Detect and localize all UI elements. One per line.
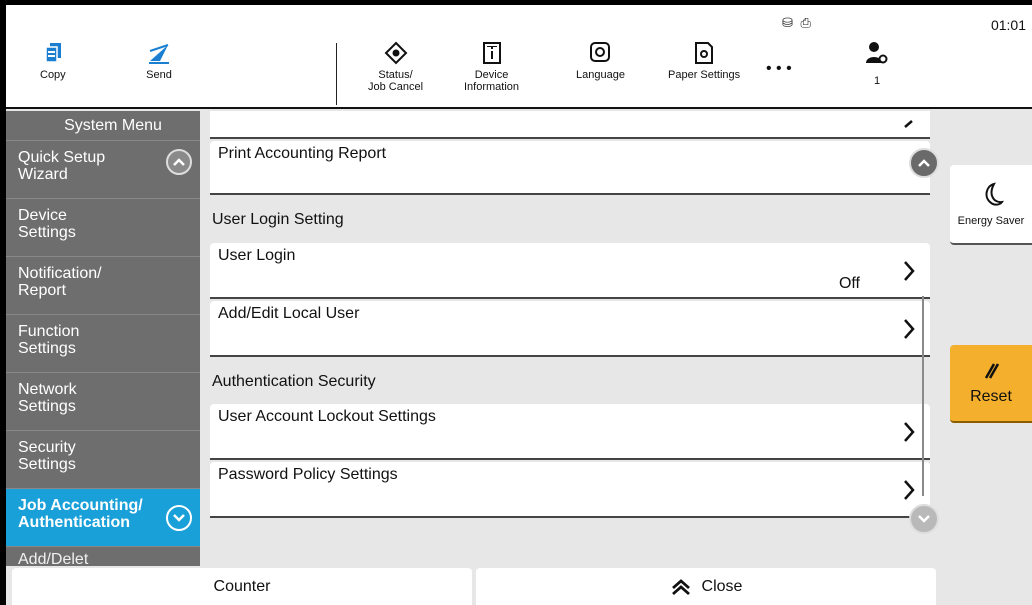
list-scroll-down-button[interactable] [909, 504, 939, 534]
row-password-policy-settings[interactable]: Password Policy Settings [210, 462, 930, 518]
sidebar-item-label: Settings [18, 456, 76, 473]
language-button[interactable]: Language [576, 41, 625, 81]
chevron-right-icon [904, 120, 913, 128]
sidebar-item-job-accounting-authentication[interactable]: Job Accounting/ Authentication [6, 489, 200, 547]
close-label: Close [701, 577, 743, 595]
row-user-account-lockout-settings[interactable]: User Account Lockout Settings [210, 404, 930, 460]
chevron-right-icon [904, 319, 915, 339]
status-label-line2: Job Cancel [368, 81, 424, 93]
chevron-right-icon [904, 261, 915, 281]
language-label: Language [576, 69, 625, 81]
sidebar-item-label: Settings [18, 340, 76, 357]
info-document-icon [482, 42, 501, 64]
sidebar-item-label: Notification/ [18, 265, 102, 282]
sidebar-item-quick-setup-wizard[interactable]: Quick Setup Wizard [6, 141, 200, 199]
row-print-accounting-report[interactable]: Print Accounting Report [210, 141, 930, 195]
paper-settings-button[interactable]: Paper Settings [668, 41, 740, 81]
sidebar-item-network-settings[interactable]: Network Settings [6, 373, 200, 431]
clock: 01:01 [990, 17, 1026, 33]
user-login-value: Off [838, 275, 860, 292]
row-label: Add/Edit Local User [218, 305, 360, 322]
row-user-login[interactable]: User Login Off [210, 243, 930, 299]
system-menu-sidebar: System Menu Quick Setup Wizard Device Se… [6, 111, 200, 566]
send-icon [149, 44, 169, 64]
counter-label: Counter [213, 577, 271, 595]
chevron-down-icon [918, 515, 930, 523]
section-authentication-security: Authentication Security [212, 373, 376, 390]
reset-button[interactable]: Reset [950, 345, 1032, 423]
more-dots-icon: • • • [766, 60, 792, 77]
copy-icon [45, 43, 61, 63]
user-count: 1 [873, 75, 881, 87]
reset-slash-icon [984, 363, 1000, 379]
user-settings-icon [866, 42, 888, 64]
send-label: Send [146, 69, 172, 81]
language-icon [590, 42, 611, 62]
row-label: User Account Lockout Settings [218, 408, 436, 425]
sidebar-item-label: Network [18, 381, 77, 398]
paper-settings-label: Paper Settings [668, 69, 741, 81]
toolbar-divider [336, 43, 337, 105]
chevron-up-icon [918, 159, 930, 167]
top-bar: ⛁ ⎙ 01:01 Copy Send Status/ Job Cancel D… [6, 5, 1032, 109]
sidebar-title: System Menu [6, 111, 200, 141]
row-previous-partial[interactable] [210, 111, 930, 139]
more-button[interactable]: • • • [766, 60, 792, 77]
row-label: Print Accounting Report [218, 145, 387, 162]
paper-settings-icon [695, 42, 714, 64]
sidebar-item-device-settings[interactable]: Device Settings [6, 199, 200, 257]
copy-label: Copy [40, 69, 66, 81]
device-label-line2: Information [464, 81, 520, 93]
reset-label: Reset [970, 388, 1012, 405]
sidebar-item-label: Report [18, 282, 67, 299]
user-button[interactable]: 1 [866, 41, 888, 87]
settings-list: Print Accounting Report User Login Setti… [204, 111, 944, 566]
device-information-button[interactable]: Device Information [464, 41, 519, 93]
sidebar-item-label: Security [18, 439, 76, 456]
counter-button[interactable]: Counter [12, 568, 472, 605]
moon-icon [985, 182, 1004, 206]
sidebar-item-label: Settings [18, 398, 76, 415]
energy-saver-button[interactable]: Energy Saver [950, 165, 1032, 245]
double-chevron-up-icon [671, 578, 690, 595]
section-user-login-setting: User Login Setting [212, 211, 344, 228]
device-label-line1: Device [474, 69, 509, 81]
sidebar-item-notification-report[interactable]: Notification/ Report [6, 257, 200, 315]
sidebar-item-label: Settings [18, 224, 76, 241]
energy-saver-label: Energy Saver [957, 215, 1025, 227]
sidebar-item-label: Device [18, 207, 67, 224]
sidebar-item-function-settings[interactable]: Function Settings [6, 315, 200, 373]
status-label-line1: Status/ [378, 69, 413, 81]
chevron-up-icon [173, 158, 185, 166]
chevron-right-icon [904, 422, 915, 442]
bottom-bar: Counter Close [6, 566, 1032, 605]
scrollbar-track[interactable] [922, 296, 924, 496]
row-label: Password Policy Settings [218, 466, 398, 483]
send-button[interactable]: Send [146, 41, 172, 81]
row-add-edit-local-user[interactable]: Add/Edit Local User [210, 301, 930, 357]
status-job-cancel-button[interactable]: Status/ Job Cancel [368, 41, 423, 93]
sidebar-item-security-settings[interactable]: Security Settings [6, 431, 200, 489]
sidebar-item-partial[interactable]: Add/Delet [6, 551, 200, 566]
status-icons: ⛁ ⎙ [782, 15, 813, 30]
printer-panel-screen: ⛁ ⎙ 01:01 Copy Send Status/ Job Cancel D… [6, 5, 1032, 605]
row-label: User Login [218, 247, 296, 264]
sidebar-item-label: Function [18, 323, 80, 340]
eye-icon [384, 41, 407, 65]
list-scroll-up-button[interactable] [909, 148, 939, 178]
chevron-down-icon [173, 514, 185, 522]
close-button[interactable]: Close [476, 568, 936, 605]
chevron-right-icon [904, 480, 915, 500]
sidebar-scroll-down-button[interactable] [166, 505, 192, 531]
sidebar-scroll-up-button[interactable] [166, 149, 192, 175]
copy-button[interactable]: Copy [40, 41, 66, 81]
